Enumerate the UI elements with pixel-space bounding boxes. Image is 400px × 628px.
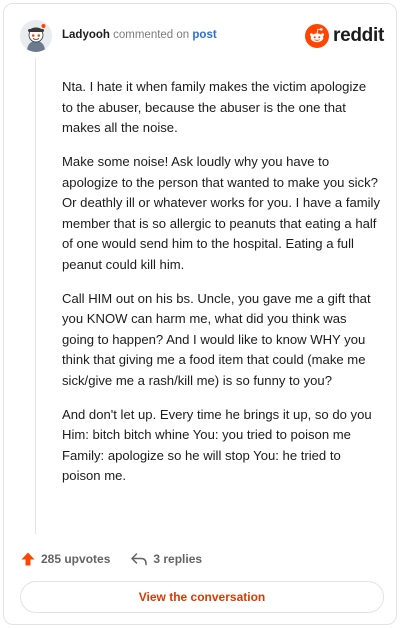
reply-count[interactable]: 3 replies (130, 551, 202, 567)
comment-card: Ladyooh commented on post reddit Nta. I … (3, 3, 397, 625)
reply-label: 3 replies (153, 552, 203, 566)
view-conversation-button[interactable]: View the conversation (20, 581, 384, 613)
comment-paragraph: Make some noise! Ask loudly why you have… (62, 154, 381, 272)
upvote-arrow-icon (21, 552, 35, 566)
comment-header: Ladyooh commented on post reddit (20, 20, 384, 56)
thread-line (35, 58, 36, 534)
user-avatar[interactable] (20, 20, 52, 52)
snoo-avatar-icon (20, 20, 52, 52)
username-link[interactable]: Ladyooh (62, 29, 110, 41)
post-link[interactable]: post (192, 29, 216, 41)
upvote-count[interactable]: 285 upvotes (20, 551, 110, 567)
reddit-logo[interactable]: reddit (305, 22, 384, 50)
comment-paragraph: Call HIM out on his bs. Uncle, you gave … (62, 290, 371, 388)
action-text: commented on (113, 29, 190, 41)
reply-arrow-icon (131, 553, 148, 566)
comment-paragraph: Nta. I hate it when family makes the vic… (62, 79, 367, 135)
comment-footer: 285 upvotes 3 replies (20, 548, 202, 570)
comment-byline: Ladyooh commented on post (62, 29, 217, 41)
reddit-alien-icon (305, 24, 330, 48)
upvote-label: 285 upvotes (41, 552, 111, 566)
comment-body: Nta. I hate it when family makes the vic… (62, 77, 380, 500)
reddit-wordmark: reddit (333, 25, 384, 46)
comment-paragraph: And don't let up. Every time he brings i… (62, 406, 372, 484)
